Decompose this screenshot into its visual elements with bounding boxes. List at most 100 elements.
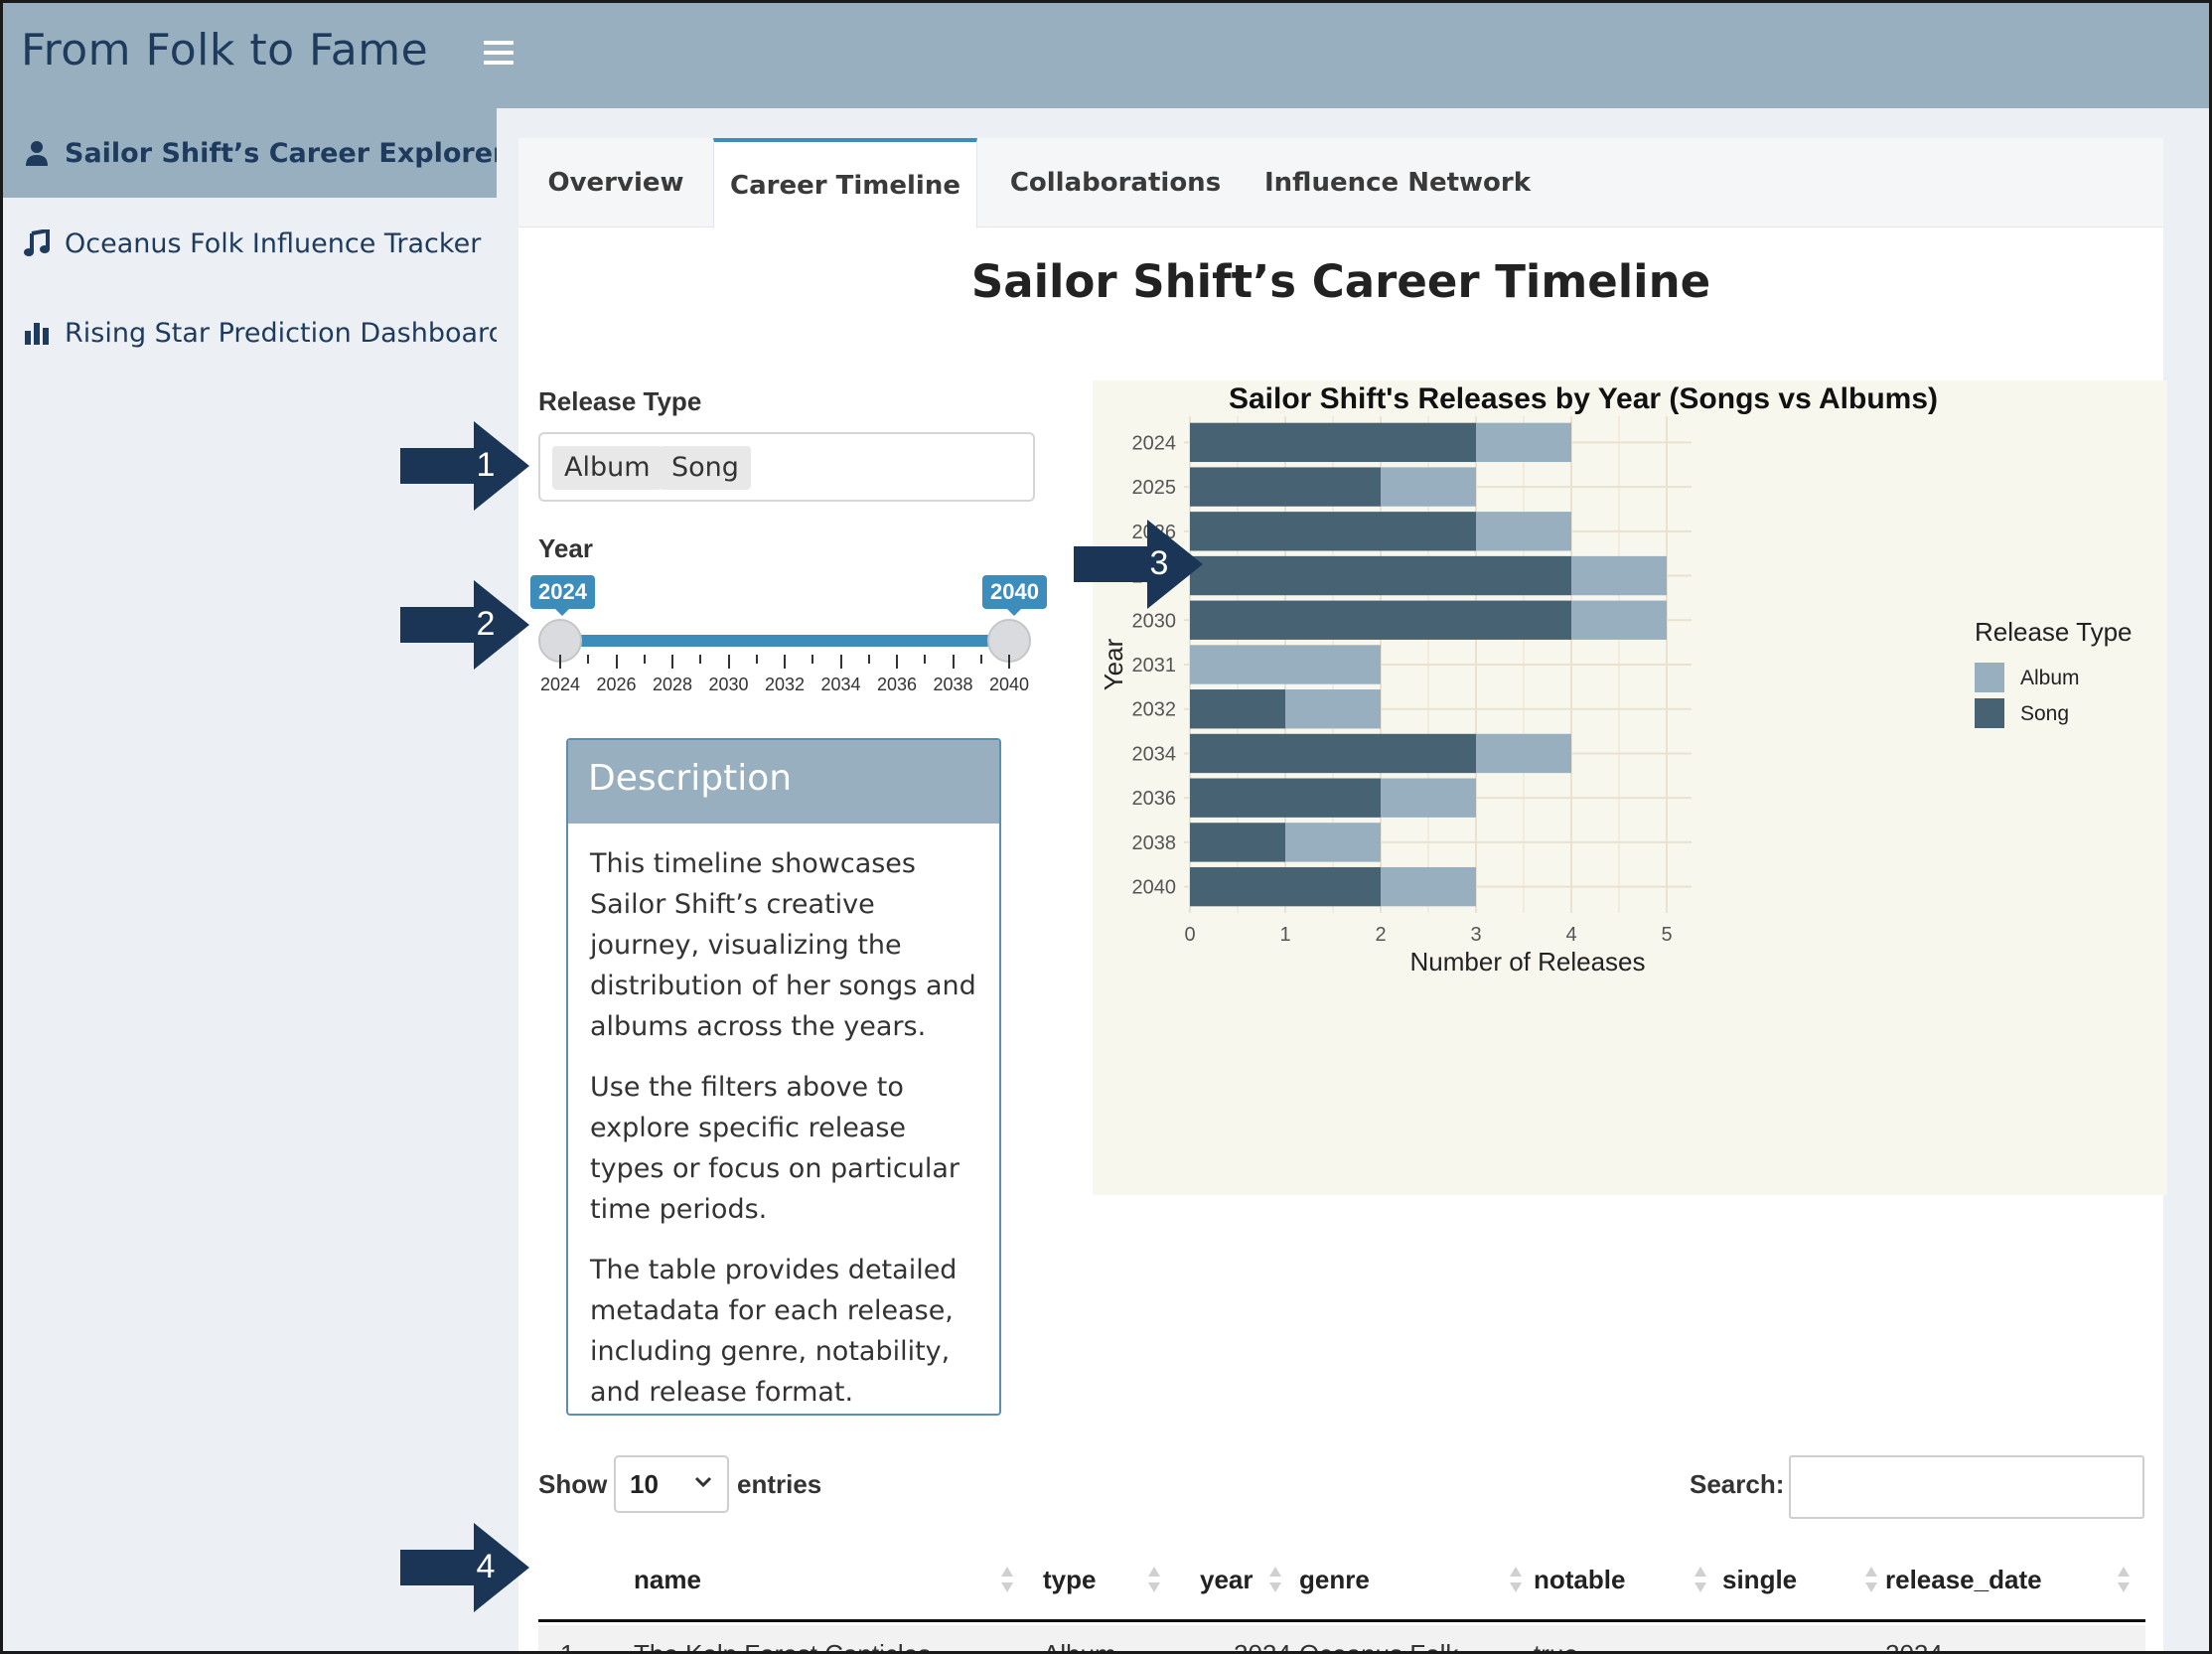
y-tick-label: 2038 (1132, 832, 1177, 854)
release-type-label: Release Type (538, 386, 702, 416)
sort-icon[interactable] (1001, 1567, 1013, 1596)
releases-chart: 2024 2025 2026 2028 2030 2031 2032 2034 2036 2038… (1093, 380, 2167, 1195)
cell-type: Album (1043, 1639, 1116, 1654)
tab-influence-network[interactable]: Influence Network (1253, 138, 1542, 227)
description-paragraph: The table provides detailed metadata for… (590, 1255, 958, 1408)
bar-album (1571, 600, 1667, 640)
y-tick-label: 2030 (1132, 610, 1177, 632)
y-tick-label: 2031 (1132, 655, 1177, 677)
page-size-value: 10 (630, 1469, 659, 1499)
slider-tick (587, 655, 590, 664)
bar-chart-icon (23, 319, 51, 347)
top-header: From Folk to Fame (3, 3, 2209, 108)
slider-tick-label: 2034 (820, 675, 861, 694)
year-range-slider[interactable]: 2024 2040 2024 2026 2028 2030 2032 2034 2036 20… (530, 575, 1047, 694)
column-header-notable[interactable]: notable (1534, 1537, 1625, 1622)
y-tick-label: 2040 (1132, 877, 1177, 899)
sort-icon[interactable] (2118, 1567, 2130, 1596)
column-header-single[interactable]: single (1722, 1537, 1797, 1622)
slider-tick (671, 655, 673, 669)
bar-song (1190, 422, 1476, 463)
column-header-genre[interactable]: genre (1299, 1537, 1370, 1622)
sort-icon[interactable] (1695, 1567, 1706, 1596)
sort-icon[interactable] (1510, 1567, 1522, 1596)
y-tick-label: 2025 (1132, 477, 1177, 499)
cell-notable: true (1534, 1639, 1578, 1654)
slider-tick-label: 2024 (539, 675, 581, 694)
x-axis-title: Number of Releases (1410, 947, 1646, 977)
search-input[interactable] (1789, 1455, 2144, 1519)
user-icon (23, 139, 51, 167)
bar-album (1381, 778, 1476, 818)
slider-tick (867, 655, 870, 664)
sidebar-item-label: Oceanus Folk Influence Tracker (65, 227, 482, 259)
tab-collaborations[interactable]: Collaborations (977, 138, 1253, 227)
y-axis-title: Year (1099, 638, 1128, 690)
bar-album (1571, 555, 1667, 596)
app-window: From Folk to Fame Sailor Shift’s Career … (0, 0, 2212, 1654)
bar-album (1476, 422, 1571, 463)
slider-tick (699, 655, 702, 664)
slider-tick (952, 655, 955, 669)
bar-song (1190, 823, 1285, 862)
menu-toggle-icon[interactable] (484, 41, 514, 69)
bar-song (1190, 600, 1571, 640)
cell-release-date: 2024 (1885, 1639, 1943, 1654)
releases-chart-svg: 2024202520262028203020312032203420362038… (1099, 382, 2133, 977)
cell-genre: Oceanus Folk (1299, 1639, 1459, 1654)
sidebar-item-label: Rising Star Prediction Dashboard (65, 317, 506, 349)
slider-tick-label: 2026 (596, 675, 637, 694)
annotation-number: 1 (476, 446, 496, 484)
show-label: Show (538, 1469, 608, 1499)
annotation-arrow-2: 2 (400, 580, 529, 670)
chip-album[interactable]: Album (552, 446, 663, 490)
sidebar-item-prediction-dashboard[interactable]: Rising Star Prediction Dashboard (3, 288, 506, 377)
y-tick-label: 2034 (1132, 743, 1177, 765)
description-title: Description (568, 740, 999, 824)
x-tick-label: 1 (1279, 924, 1290, 946)
slider-tick (896, 655, 898, 669)
bar-album (1476, 512, 1571, 551)
slider-tick (784, 655, 786, 669)
chip-song[interactable]: Song (660, 446, 751, 490)
sort-icon[interactable] (1269, 1567, 1281, 1596)
legend-swatch (1975, 663, 2004, 692)
slider-tick (1008, 655, 1010, 669)
bar-album (1190, 645, 1381, 684)
bar-song (1190, 689, 1285, 729)
music-note-icon (23, 227, 51, 257)
sidebar-item-career-explorer[interactable]: Sailor Shift’s Career Explorer (3, 108, 506, 198)
column-header-type[interactable]: type (1043, 1537, 1096, 1622)
page-size-select[interactable]: 10 (614, 1455, 729, 1513)
column-header-release-date[interactable]: release_date (1885, 1537, 2042, 1622)
sidebar: Sailor Shift’s Career Explorer Oceanus F… (3, 108, 506, 1651)
table-row[interactable]: 1 The Kelp Forest Canticles Album 2024 O… (538, 1625, 2145, 1654)
slider-tick-label: 2036 (876, 675, 918, 694)
release-type-select[interactable]: Album Song (538, 432, 1035, 502)
x-tick-label: 2 (1375, 924, 1386, 946)
y-tick-label: 2032 (1132, 699, 1177, 721)
tab-bar: Overview Career Timeline Collaborations … (518, 138, 2163, 228)
tab-career-timeline[interactable]: Career Timeline (713, 138, 977, 228)
y-tick-label: 2036 (1132, 788, 1177, 810)
sort-icon[interactable] (1148, 1567, 1160, 1596)
bar-album (1381, 467, 1476, 507)
slider-tick-label: 2040 (988, 675, 1030, 694)
column-header-name[interactable]: name (634, 1537, 701, 1622)
tab-overview[interactable]: Overview (518, 138, 713, 227)
slider-track[interactable] (560, 635, 1009, 647)
annotation-number: 3 (1149, 544, 1169, 582)
legend-title: Release Type (1975, 617, 2133, 647)
legend-swatch (1975, 698, 2004, 728)
slider-tick (559, 655, 561, 669)
y-tick-label: 2024 (1132, 432, 1177, 454)
sort-icon[interactable] (1865, 1567, 1877, 1596)
bar-song (1190, 866, 1381, 907)
x-tick-label: 3 (1470, 924, 1481, 946)
column-header-year[interactable]: year (1200, 1537, 1253, 1622)
bar-song (1190, 467, 1381, 507)
app-title: From Folk to Fame (21, 25, 429, 75)
legend-label: Song (2020, 702, 2069, 725)
year-label: Year (538, 533, 593, 563)
sidebar-item-influence-tracker[interactable]: Oceanus Folk Influence Tracker (3, 199, 497, 288)
